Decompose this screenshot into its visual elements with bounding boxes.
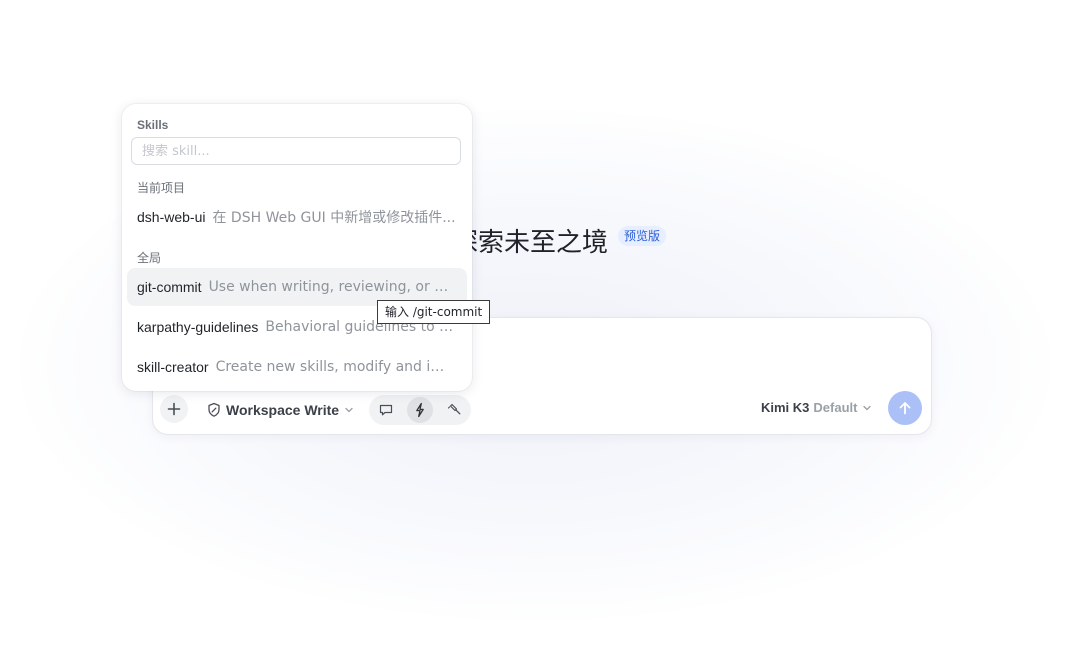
hammer-icon bbox=[447, 403, 461, 415]
model-mode: Default bbox=[813, 400, 858, 415]
send-button[interactable] bbox=[888, 391, 922, 425]
model-selector[interactable]: Kimi K3 Default bbox=[761, 400, 873, 415]
chat-mode-button[interactable] bbox=[373, 397, 399, 423]
skill-name: skill-creator bbox=[137, 359, 209, 375]
skill-description: 在 DSH Web GUI 中新增或修改插件... bbox=[212, 210, 456, 226]
hero-title: 探索未至之境 bbox=[452, 228, 609, 258]
chevron-down-icon bbox=[345, 407, 353, 413]
skill-name: dsh-web-ui bbox=[137, 209, 206, 225]
skill-search-input[interactable] bbox=[131, 137, 461, 165]
skill-item-dsh-web-ui[interactable]: dsh-web-ui 在 DSH Web GUI 中新增或修改插件... bbox=[127, 198, 467, 236]
chat-bubble-icon bbox=[379, 404, 393, 416]
skill-name: git-commit bbox=[137, 279, 202, 295]
skills-panel: Skills 当前项目 dsh-web-ui 在 DSH Web GUI 中新增… bbox=[122, 104, 472, 391]
section-label-project: 当前项目 bbox=[137, 181, 186, 195]
mode-selector bbox=[369, 395, 471, 425]
plus-icon bbox=[167, 402, 181, 416]
app-window: 探索未至之境 预览版 Workspace Write Kimi K3 Defau… bbox=[0, 0, 1072, 654]
model-name: Kimi K3 bbox=[761, 400, 810, 415]
add-button[interactable] bbox=[160, 395, 188, 423]
skill-tooltip: 输入 /git-commit bbox=[377, 300, 491, 324]
workspace-permission-button[interactable]: Workspace Write bbox=[206, 398, 355, 422]
skill-item-skill-creator[interactable]: skill-creator Create new skills, modify … bbox=[127, 348, 467, 386]
preview-badge: 预览版 bbox=[618, 226, 667, 246]
section-label-global: 全局 bbox=[137, 251, 162, 265]
lightning-icon bbox=[416, 402, 424, 418]
skill-description: Use when writing, reviewing, or fixing..… bbox=[208, 279, 457, 295]
skills-mode-button[interactable] bbox=[407, 397, 433, 423]
tools-mode-button[interactable] bbox=[441, 397, 467, 423]
skills-panel-title: Skills bbox=[137, 118, 169, 132]
arrow-up-icon bbox=[899, 402, 911, 415]
skill-description: Create new skills, modify and improv... bbox=[215, 359, 457, 375]
workspace-label: Workspace Write bbox=[226, 402, 340, 418]
shield-edit-icon bbox=[208, 402, 220, 417]
skill-name: karpathy-guidelines bbox=[137, 319, 259, 335]
chevron-down-icon bbox=[863, 405, 872, 410]
